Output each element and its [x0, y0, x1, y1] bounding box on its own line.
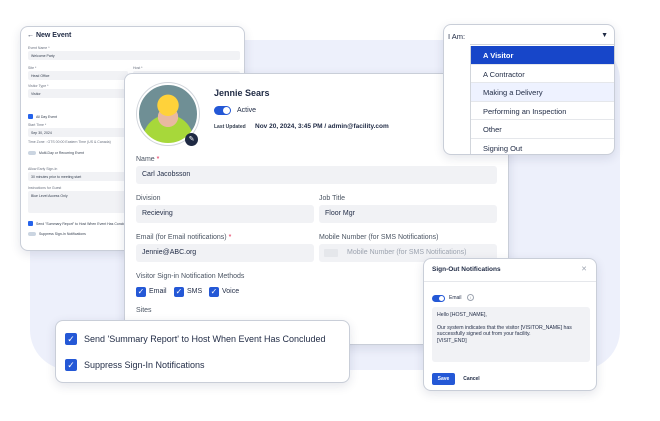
methods-label: Visitor Sign-in Notification Methods [136, 273, 245, 280]
divider [424, 281, 596, 282]
sms-method-label: SMS [187, 288, 203, 295]
suppress-label: Suppress Sign-In Notifications [84, 360, 205, 370]
all-day-checkbox[interactable] [28, 114, 33, 119]
cancel-button[interactable]: Cancel [458, 373, 485, 385]
host-label: Host * [133, 66, 143, 70]
event-name-input[interactable]: Welcome Party [28, 51, 240, 60]
job-title-input[interactable]: Floor Mgr [319, 205, 497, 223]
country-flag-icon[interactable] [324, 249, 338, 257]
division-label: Division [136, 195, 161, 202]
i-am-select[interactable]: ▼ [470, 27, 614, 45]
visitor-type-label: Visitor Type * [28, 84, 49, 88]
signout-title: Sign-Out Notifications [432, 266, 501, 273]
option-signing-out[interactable]: Signing Out [471, 139, 614, 154]
email-method-checkbox[interactable]: ✓ [136, 287, 146, 297]
notification-options-card: ✓ Send 'Summary Report' to Host When Eve… [55, 320, 350, 383]
send-summary-checkbox[interactable]: ✓ [65, 333, 77, 345]
instructions-label: Instructions for Guest [28, 186, 62, 190]
site-select[interactable]: Head Office [28, 71, 128, 80]
email-toggle[interactable] [432, 295, 445, 302]
option-a-contractor[interactable]: A Contractor [471, 65, 614, 84]
all-day-label: All Day Event [36, 115, 58, 119]
i-am-options: A Visitor A Contractor Making a Delivery… [470, 46, 614, 154]
email-label: Email (for Email notifications) * [136, 234, 232, 241]
name-input[interactable]: Carl Jacobsson [136, 166, 497, 184]
sms-method-checkbox[interactable]: ✓ [174, 287, 184, 297]
active-status: Active [237, 107, 257, 114]
timezone-text: Time Zone : GTS 00:00 Eastern Time (US &… [28, 140, 111, 144]
caret-down-icon[interactable]: ▼ [601, 32, 608, 39]
name-label: Name * [136, 156, 160, 163]
signout-notifications-dialog: Sign-Out Notifications ✕ Email i Hello [… [423, 258, 597, 391]
suppress-toggle-small[interactable] [28, 232, 36, 236]
option-making-a-delivery[interactable]: Making a Delivery [471, 83, 614, 102]
start-time-input[interactable]: Sep 30, 2024 [28, 128, 128, 137]
send-summary-checkbox-small[interactable] [28, 221, 33, 226]
start-time-label: Start Time * [28, 123, 47, 127]
site-label: Site * [28, 66, 37, 70]
close-icon[interactable]: ✕ [581, 265, 587, 273]
sites-label: Sites [136, 307, 152, 314]
last-updated-label: Last Updated [214, 124, 246, 130]
allow-early-select[interactable]: 30 minutes prior to meeting start [28, 172, 128, 181]
visitor-name: Jennie Sears [214, 88, 270, 98]
suppress-checkbox[interactable]: ✓ [65, 359, 77, 371]
visitor-type-select[interactable]: Visitor [28, 89, 128, 98]
division-input[interactable]: Recieving [136, 205, 314, 223]
email-input[interactable]: Jennie@ABC.org [136, 244, 314, 262]
send-summary-label: Send 'Summary Report' to Host When Event… [84, 334, 326, 344]
suppress-label-small: Suppress Sign-In Notifications [39, 232, 86, 236]
email-method-label: Email [149, 288, 167, 295]
voice-method-checkbox[interactable]: ✓ [209, 287, 219, 297]
voice-method-label: Voice [222, 288, 240, 295]
last-updated-value: Nov 20, 2024, 3:45 PM / admin@facility.c… [255, 123, 389, 130]
arrow-left-icon[interactable]: ← [27, 32, 36, 39]
save-button[interactable]: Save [432, 373, 455, 385]
multi-day-label: Multi-Day or Recurring Event [39, 151, 84, 155]
option-performing-an-inspection[interactable]: Performing an Inspection [471, 102, 614, 121]
i-am-dropdown: I Am: ▼ A Visitor A Contractor Making a … [443, 24, 615, 155]
event-name-label: Event Name * [28, 46, 50, 50]
active-toggle[interactable] [214, 106, 231, 115]
mobile-label: Mobile Number (for SMS Notifications) [319, 234, 439, 241]
allow-early-label: Allow Early Sign-In [28, 167, 58, 171]
option-other[interactable]: Other [471, 120, 614, 139]
new-event-title: ← New Event [27, 32, 72, 39]
job-title-label: Job Title [319, 195, 346, 202]
message-textarea[interactable]: Hello [HOST_NAME], Our system indicates … [432, 307, 590, 362]
pencil-icon[interactable]: ✎ [185, 133, 198, 146]
option-a-visitor[interactable]: A Visitor [471, 46, 614, 65]
i-am-label: I Am: [448, 32, 466, 41]
send-summary-label-small: Send "Summary Report" to Host When Event… [36, 222, 132, 226]
email-toggle-label: Email [449, 295, 462, 301]
multi-day-toggle[interactable] [28, 151, 36, 155]
info-icon[interactable]: i [467, 294, 474, 301]
